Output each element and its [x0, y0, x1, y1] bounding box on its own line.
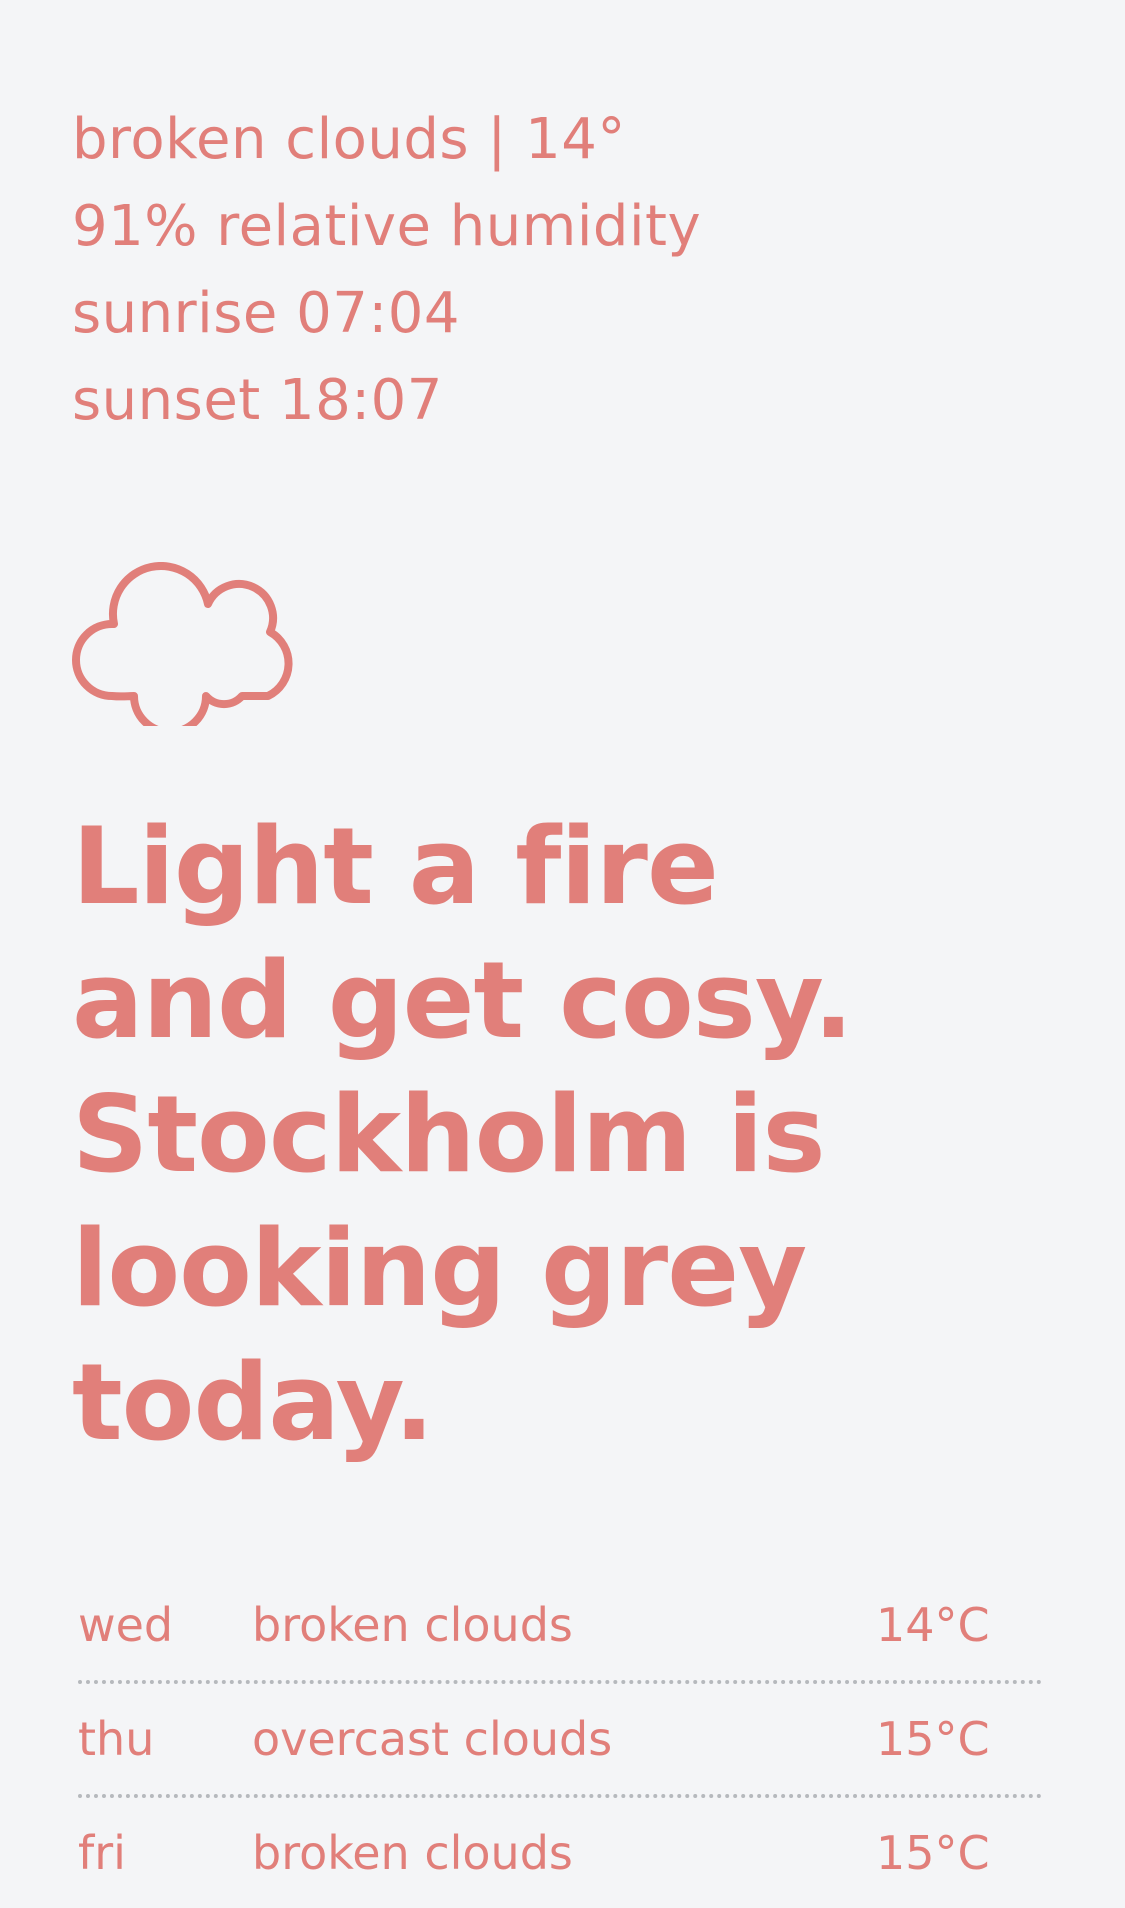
- forecast-temperature: 15°C: [876, 1826, 990, 1880]
- headline-line: Stockholm is: [72, 1073, 826, 1196]
- forecast-table: wed broken clouds 14°C thu overcast clou…: [78, 1570, 1042, 1908]
- condition-temperature-text: broken clouds | 14°: [72, 107, 626, 172]
- headline: Light a fire and get cosy. Stockholm is …: [72, 800, 972, 1470]
- forecast-condition: broken clouds: [252, 1826, 573, 1880]
- forecast-condition: broken clouds: [252, 1598, 573, 1652]
- forecast-temperature: 14°C: [876, 1598, 990, 1652]
- headline-line: Light a fire: [72, 805, 719, 928]
- cloud-icon: [72, 562, 293, 726]
- forecast-row: wed broken clouds 14°C: [78, 1570, 1042, 1680]
- weather-summary: broken clouds | 14° 91% relative humidit…: [72, 96, 701, 444]
- sunset-text: sunset 18:07: [72, 368, 443, 433]
- forecast-condition: overcast clouds: [252, 1712, 613, 1766]
- forecast-day: wed: [78, 1598, 174, 1652]
- forecast-temperature: 15°C: [876, 1712, 990, 1766]
- sunrise-text: sunrise 07:04: [72, 281, 461, 346]
- forecast-day: fri: [78, 1826, 126, 1880]
- forecast-row: thu overcast clouds 15°C: [78, 1680, 1042, 1794]
- forecast-row: fri broken clouds 15°C: [78, 1794, 1042, 1908]
- humidity-text: 91% relative humidity: [72, 194, 702, 259]
- headline-line: today.: [72, 1341, 434, 1464]
- forecast-day: thu: [78, 1712, 155, 1766]
- headline-line: looking grey: [72, 1207, 807, 1330]
- headline-line: and get cosy.: [72, 939, 854, 1062]
